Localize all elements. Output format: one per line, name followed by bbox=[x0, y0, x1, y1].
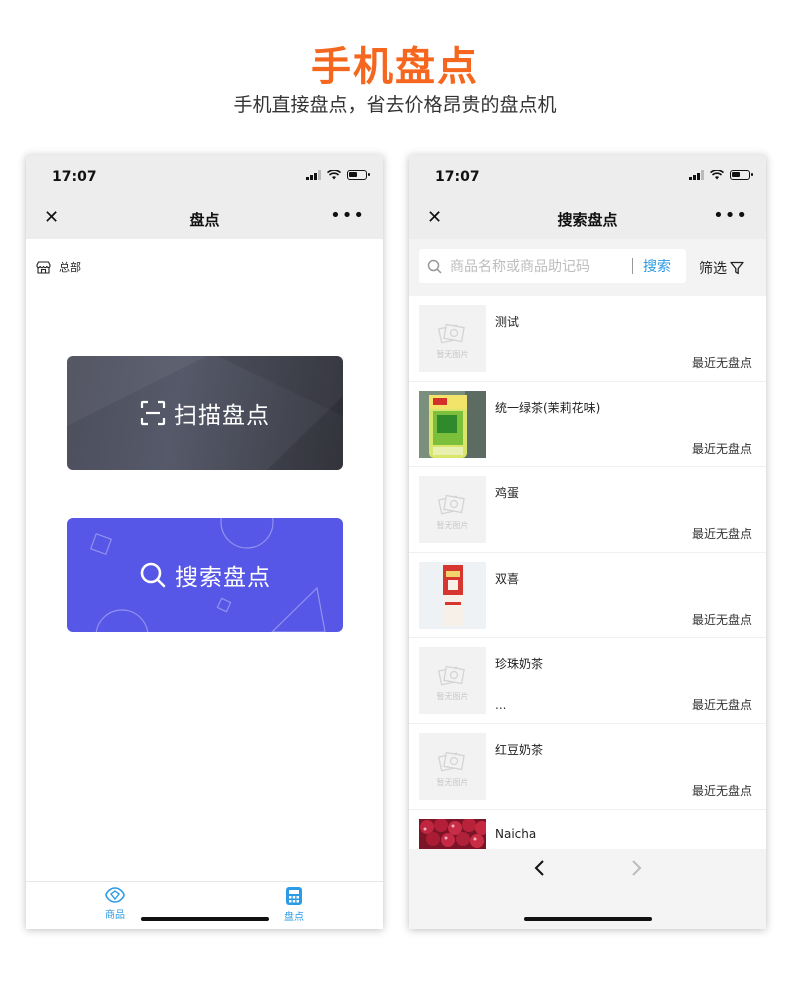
search-bar: 商品名称或商品助记码 搜索 筛选 bbox=[409, 239, 766, 296]
status-bar: 17:07 bbox=[409, 155, 766, 197]
no-image-text: 暂无图片 bbox=[436, 692, 469, 702]
product-image-placeholder: 暂无图片 bbox=[419, 476, 486, 544]
list-item[interactable]: 暂无图片 红豆奶茶 最近无盘点 bbox=[409, 724, 766, 810]
product-image-placeholder: 暂无图片 bbox=[419, 647, 486, 715]
calculator-icon bbox=[286, 887, 302, 905]
no-image-text: 暂无图片 bbox=[436, 777, 469, 787]
phone-search-inventory: 17:07 ✕ 搜索盘点 ••• 商品名称或商品助记码 搜索 筛选 暂无图片 测… bbox=[409, 155, 766, 929]
product-extra: ... bbox=[495, 698, 507, 713]
no-image-icon bbox=[437, 323, 465, 344]
wifi-icon bbox=[710, 170, 724, 180]
scan-icon bbox=[140, 400, 166, 426]
list-item[interactable]: 统一绿茶(茉莉花味) 最近无盘点 bbox=[409, 382, 766, 468]
product-status: 最近无盘点 bbox=[691, 441, 752, 456]
page-title: 手机盘点 bbox=[311, 44, 479, 90]
status-time: 17:07 bbox=[435, 169, 480, 185]
search-inventory-button[interactable]: 搜索盘点 bbox=[67, 518, 343, 632]
status-bar: 17:07 bbox=[26, 155, 383, 197]
list-item[interactable]: 暂无图片 鸡蛋 最近无盘点 bbox=[409, 467, 766, 553]
red-berries-image bbox=[419, 818, 486, 849]
tab-inventory[interactable]: 盘点 bbox=[269, 886, 319, 923]
scan-inventory-label: 扫描盘点 bbox=[174, 403, 270, 429]
product-image bbox=[419, 390, 486, 458]
search-icon bbox=[140, 562, 166, 588]
product-image bbox=[419, 561, 486, 629]
tab-products-label: 商品 bbox=[105, 910, 125, 921]
tab-bar: 商品 盘点 bbox=[26, 881, 383, 929]
battery-icon bbox=[347, 170, 370, 180]
green-tea-bottle-image bbox=[419, 390, 486, 458]
no-image-icon bbox=[437, 666, 465, 686]
search-placeholder: 商品名称或商品助记码 bbox=[450, 259, 590, 275]
product-name: 红豆奶茶 bbox=[495, 742, 544, 757]
product-status: 最近无盘点 bbox=[691, 356, 752, 370]
search-divider bbox=[632, 258, 633, 274]
search-icon bbox=[427, 259, 442, 274]
list-item[interactable]: 暂无图片 测试 最近无盘点 bbox=[409, 296, 766, 382]
product-name: 统一绿茶(茉莉花味) bbox=[495, 400, 601, 415]
product-name: 测试 bbox=[495, 315, 520, 329]
no-image-icon bbox=[437, 751, 465, 772]
phone-inventory-home: 17:07 ✕ 盘点 ••• 总部 扫描盘点 搜索盘点 商品 盘点 bbox=[26, 155, 383, 929]
store-icon bbox=[36, 260, 51, 274]
search-input[interactable]: 商品名称或商品助记码 搜索 bbox=[419, 249, 686, 283]
battery-icon bbox=[730, 170, 753, 180]
home-indicator[interactable] bbox=[523, 917, 652, 921]
diamond-icon bbox=[105, 887, 125, 903]
filter-icon bbox=[730, 261, 744, 275]
store-selector[interactable]: 总部 bbox=[36, 259, 81, 275]
product-name: 珍珠奶茶 bbox=[495, 657, 544, 672]
product-image-placeholder: 暂无图片 bbox=[419, 305, 486, 372]
tab-inventory-label: 盘点 bbox=[284, 912, 304, 923]
product-list: 暂无图片 测试 最近无盘点 统一绿茶(茉莉花味) 最近无盘点 暂无图片 鸡蛋 最… bbox=[409, 296, 766, 849]
more-icon[interactable]: ••• bbox=[713, 205, 748, 226]
product-name: 鸡蛋 bbox=[495, 486, 520, 501]
cigarette-pack-image bbox=[419, 561, 486, 629]
status-time: 17:07 bbox=[52, 169, 97, 185]
filter-label: 筛选 bbox=[699, 261, 727, 277]
product-status: 最近无盘点 bbox=[691, 698, 752, 713]
list-item[interactable]: 暂无图片 珍珠奶茶 ... 最近无盘点 bbox=[409, 638, 766, 724]
list-item[interactable]: Naicha bbox=[409, 810, 766, 849]
product-image-placeholder: 暂无图片 bbox=[419, 732, 486, 800]
product-name: Naicha bbox=[495, 826, 537, 841]
wifi-icon bbox=[327, 170, 341, 180]
nav-bar: ✕ 搜索盘点 ••• bbox=[409, 197, 766, 239]
product-name: 双喜 bbox=[495, 571, 520, 586]
search-button[interactable]: 搜索 bbox=[643, 256, 671, 276]
list-item[interactable]: 双喜 最近无盘点 bbox=[409, 553, 766, 639]
store-label: 总部 bbox=[59, 261, 81, 274]
forward-arrow-icon[interactable] bbox=[629, 859, 643, 877]
no-image-text: 暂无图片 bbox=[436, 350, 469, 359]
product-status: 最近无盘点 bbox=[691, 783, 752, 798]
product-status: 最近无盘点 bbox=[691, 612, 752, 627]
nav-bar: ✕ 盘点 ••• bbox=[26, 197, 383, 239]
no-image-icon bbox=[437, 494, 465, 515]
page-navigation bbox=[409, 849, 766, 929]
home-indicator[interactable] bbox=[140, 917, 269, 921]
product-status: 最近无盘点 bbox=[691, 527, 752, 542]
cellular-signal-icon bbox=[689, 170, 704, 180]
page-subtitle: 手机直接盘点，省去价格昂贵的盘点机 bbox=[233, 94, 557, 116]
tab-products[interactable]: 商品 bbox=[90, 886, 140, 921]
more-icon[interactable]: ••• bbox=[330, 205, 365, 226]
filter-button[interactable]: 筛选 bbox=[699, 258, 744, 278]
scan-inventory-button[interactable]: 扫描盘点 bbox=[67, 356, 343, 470]
product-image bbox=[419, 818, 486, 849]
cellular-signal-icon bbox=[306, 170, 321, 180]
no-image-text: 暂无图片 bbox=[436, 521, 469, 531]
back-arrow-icon[interactable] bbox=[533, 859, 547, 877]
search-inventory-label: 搜索盘点 bbox=[175, 565, 271, 591]
